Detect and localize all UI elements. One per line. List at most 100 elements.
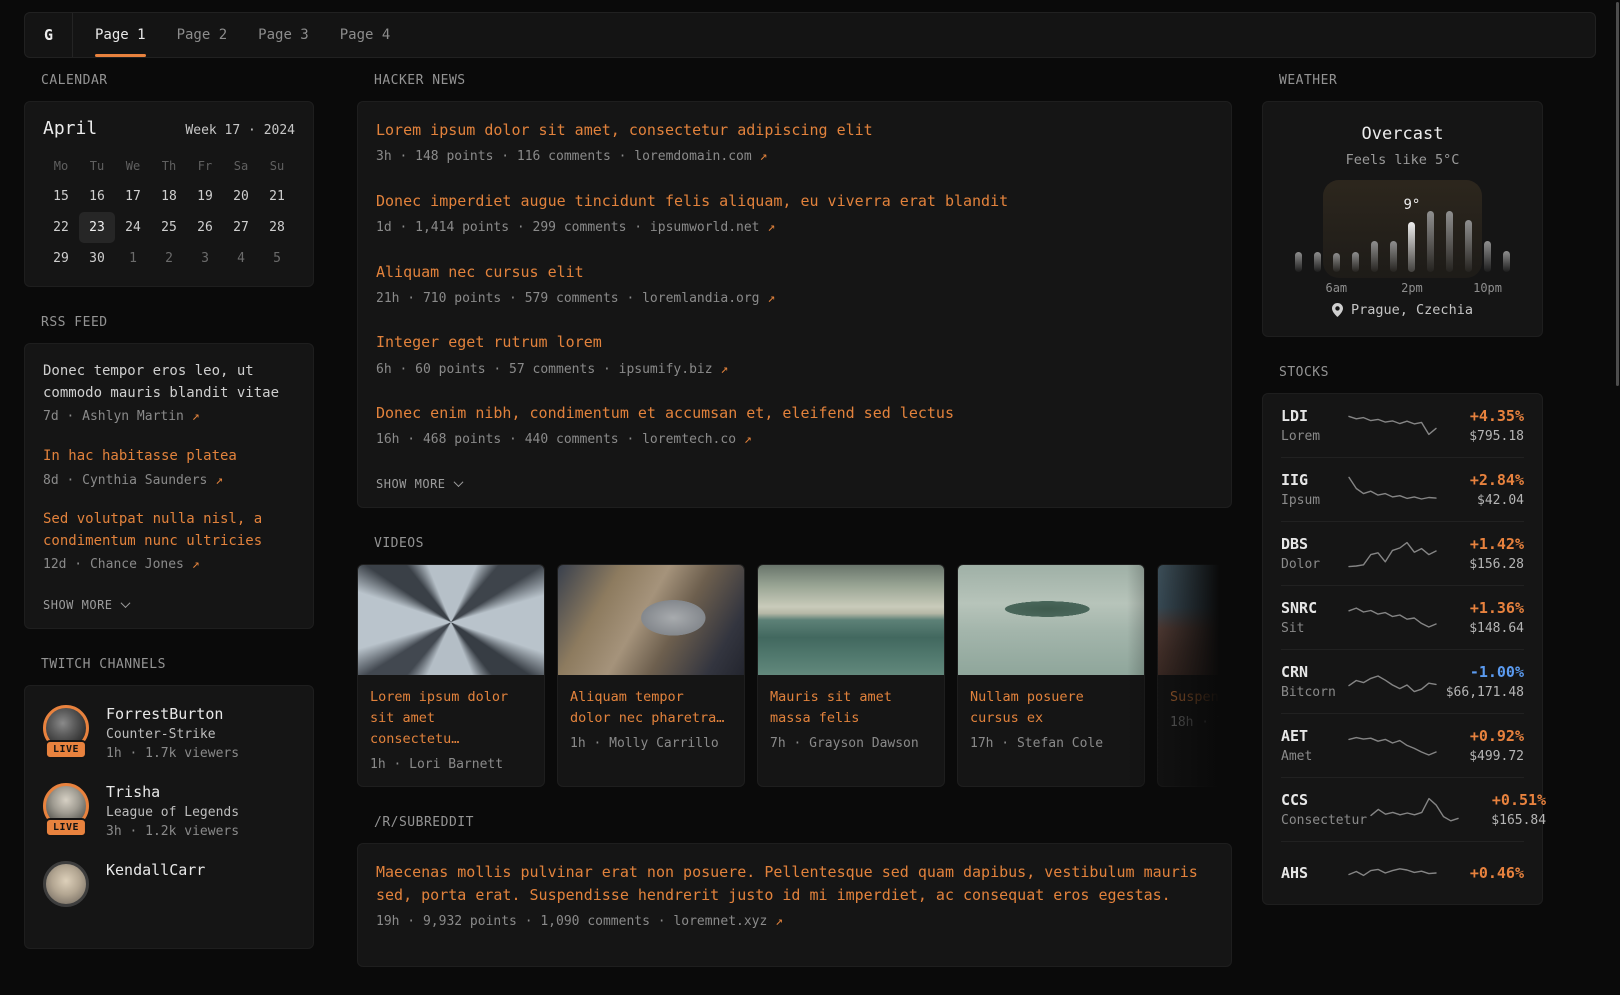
hn-item-title[interactable]: Integer eget rutrum lorem	[376, 331, 1213, 354]
tab-page-3[interactable]: Page 3	[258, 13, 309, 57]
calendar-day: 20	[223, 181, 259, 212]
hn-item-meta: 16h · 468 points · 440 comments · loremt…	[376, 430, 1213, 450]
video-title[interactable]: Lorem ipsum dolor sit amet consectetu…	[370, 687, 532, 750]
video-author: 17h · Stefan Cole	[970, 736, 1132, 751]
tab-page-4[interactable]: Page 4	[340, 13, 391, 57]
rss-item: Donec tempor eros leo, ut commodo mauris…	[43, 361, 295, 427]
calendar-month: April	[43, 118, 97, 139]
stock-name: Lorem	[1281, 429, 1345, 444]
video-thumbnail[interactable]	[958, 565, 1144, 675]
calendar-weekday: Sa	[223, 151, 259, 181]
video-title[interactable]: Aliquam tempor dolor nec pharetra…	[570, 687, 732, 729]
tab-page-1[interactable]: Page 1	[95, 13, 146, 57]
rss-show-more-button[interactable]: SHOW MORE	[43, 598, 129, 612]
stock-ticker[interactable]: AHS	[1281, 864, 1345, 882]
hn-item-title[interactable]: Lorem ipsum dolor sit amet, consectetur …	[376, 119, 1213, 142]
hn-item-meta: 21h · 710 points · 579 comments · loreml…	[376, 289, 1213, 309]
hn-item-title[interactable]: Donec imperdiet augue tincidunt felis al…	[376, 190, 1213, 213]
time-label: 10pm	[1473, 281, 1502, 295]
hn-item-title[interactable]: Aliquam nec cursus elit	[376, 261, 1213, 284]
hn-item-title[interactable]: Donec enim nibh, condimentum et accumsan…	[376, 402, 1213, 425]
stock-values: +0.92%$499.72	[1440, 727, 1524, 764]
weather-bar-fill	[1371, 241, 1378, 272]
calendar-weekday: Fr	[187, 151, 223, 181]
stock-ticker[interactable]: IIG	[1281, 471, 1345, 489]
weather-bar-fill	[1465, 220, 1472, 272]
stock-info: IIGIpsum	[1281, 471, 1345, 508]
twitch-avatar[interactable]	[43, 861, 89, 907]
scrollbar-thumb[interactable]	[1616, 2, 1619, 386]
twitch-list: LIVEForrestBurtonCounter-Strike1h · 1.7k…	[43, 705, 295, 907]
calendar-day: 29	[43, 243, 79, 274]
twitch-game: Counter-Strike	[106, 727, 239, 742]
rss-item-title[interactable]: In hac habitasse platea	[43, 446, 295, 468]
stock-ticker[interactable]: CRN	[1281, 663, 1345, 681]
subreddit-item-title[interactable]: Maecenas mollis pulvinar erat non posuer…	[376, 861, 1213, 908]
weather-bar	[1390, 208, 1397, 272]
hacker-news-section: HACKER NEWS Lorem ipsum dolor sit amet, …	[357, 73, 1232, 508]
calendar-day: 24	[115, 212, 151, 243]
calendar-weekday: Mo	[43, 151, 79, 181]
weather-bar-fill	[1408, 222, 1415, 272]
calendar-weekday: We	[115, 151, 151, 181]
stock-change: +2.84%	[1440, 471, 1524, 489]
twitch-channel-name[interactable]: ForrestBurton	[106, 705, 239, 723]
twitch-channel-name[interactable]: KendallCarr	[106, 861, 205, 879]
calendar-day: 17	[115, 181, 151, 212]
video-thumbnail[interactable]	[1158, 565, 1232, 675]
stock-values: +2.84%$42.04	[1440, 471, 1524, 508]
twitch-avatar[interactable]: LIVE	[43, 705, 89, 751]
rss-item-title[interactable]: Donec tempor eros leo, ut commodo mauris…	[43, 361, 295, 404]
video-title[interactable]: Nullam posuere cursus ex	[970, 687, 1132, 729]
hn-show-more-button[interactable]: SHOW MORE	[376, 477, 462, 491]
subreddit-widget: Maecenas mollis pulvinar erat non posuer…	[357, 843, 1232, 967]
twitch-channel: LIVEForrestBurtonCounter-Strike1h · 1.7k…	[43, 705, 295, 761]
subreddit-item-meta: 19h · 9,932 points · 1,090 comments · lo…	[376, 912, 1213, 932]
subreddit-item: Maecenas mollis pulvinar erat non posuer…	[376, 861, 1213, 932]
calendar-day: 22	[43, 212, 79, 243]
stock-values: +0.46%	[1440, 864, 1524, 882]
twitch-avatar[interactable]: LIVE	[43, 783, 89, 829]
calendar-week-label: Week 17 · 2024	[185, 123, 295, 138]
video-card: Nullam posuere cursus ex 17h · Stefan Col…	[957, 564, 1145, 787]
video-thumbnail[interactable]	[358, 565, 544, 675]
calendar-day: 25	[151, 212, 187, 243]
stock-row: LDI Lorem +4.35%$795.18	[1281, 394, 1524, 457]
video-title[interactable]: Suspendisse diam	[1170, 687, 1232, 708]
weather-bar	[1295, 208, 1302, 272]
stock-ticker[interactable]: CCS	[1281, 791, 1367, 809]
twitch-channel-info: KendallCarr	[106, 861, 205, 883]
video-thumbnail[interactable]	[558, 565, 744, 675]
stock-name: Dolor	[1281, 557, 1345, 572]
app-logo[interactable]: G	[25, 13, 73, 57]
calendar-section-title: CALENDAR	[41, 73, 314, 88]
twitch-channel-name[interactable]: Trisha	[106, 783, 239, 801]
calendar-day: 19	[187, 181, 223, 212]
video-thumbnail[interactable]	[758, 565, 944, 675]
stock-sparkline	[1345, 536, 1440, 572]
chevron-down-icon	[120, 599, 130, 609]
videos-strip: Lorem ipsum dolor sit amet consectetu…1h…	[357, 564, 1232, 787]
stock-ticker[interactable]: AET	[1281, 727, 1345, 745]
external-link-icon: ↗	[720, 362, 728, 377]
stock-price: $148.64	[1440, 621, 1524, 636]
stock-change: +4.35%	[1440, 407, 1524, 425]
calendar-day: 30	[79, 243, 115, 274]
stock-values: +4.35%$795.18	[1440, 407, 1524, 444]
stock-ticker[interactable]: LDI	[1281, 407, 1345, 425]
video-title[interactable]: Mauris sit amet massa felis	[770, 687, 932, 729]
external-link-icon: ↗	[192, 409, 200, 424]
nav-tabs: Page 1 Page 2 Page 3 Page 4	[73, 13, 390, 57]
calendar-day: 15	[43, 181, 79, 212]
rss-item-meta: 12d · Chance Jones ↗	[43, 555, 295, 575]
rss-item-title[interactable]: Sed volutpat nulla nisl, a condimentum n…	[43, 509, 295, 552]
weather-bar	[1352, 208, 1359, 272]
stock-ticker[interactable]: SNRC	[1281, 599, 1345, 617]
weather-widget: Overcast Feels like 5°C 6am9°2pm10pm Pra…	[1262, 101, 1543, 337]
stock-ticker[interactable]: DBS	[1281, 535, 1345, 553]
weather-bar: 10pm	[1484, 208, 1491, 272]
video-card-body: Mauris sit amet massa felis7h · Grayson …	[758, 675, 944, 765]
weather-bar-fill	[1295, 252, 1302, 272]
video-card: Aliquam tempor dolor nec pharetra…1h · M…	[557, 564, 745, 787]
tab-page-2[interactable]: Page 2	[177, 13, 228, 57]
